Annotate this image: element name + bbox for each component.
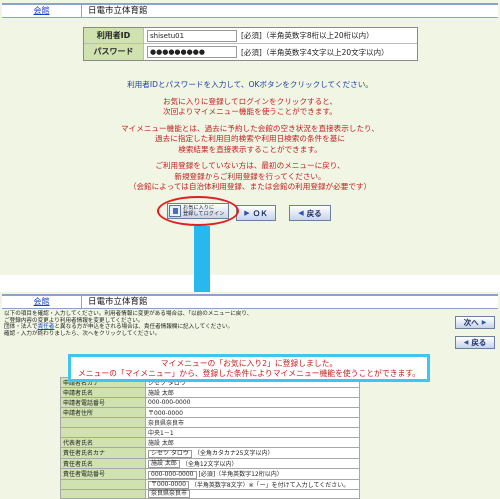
postal-input[interactable]: 〒000-0000	[148, 481, 189, 489]
phone-input[interactable]: 000-000-0000	[148, 470, 197, 479]
facility-header-2: 会館 日電市立体育館	[2, 294, 498, 309]
table-row: 申請者住所 〒000-0000	[60, 407, 360, 418]
row-key: 申請者氏名	[60, 387, 146, 398]
desc-line-1: 以下の項目を確認・入力してください。利用者情報に変更がある場合は、「以前のメニュ…	[4, 311, 253, 317]
password-label: パスワード	[84, 44, 144, 60]
row-value: 施設 太郎	[145, 387, 360, 398]
row-value: 中央1－1	[145, 427, 360, 438]
row-key: 申請者電話番号	[60, 397, 146, 408]
row-key: 責任者氏名	[60, 457, 146, 469]
kana-input[interactable]: シセツ タロウ	[148, 449, 192, 458]
table-row: 中央1－1	[60, 427, 360, 438]
facility-title-2: 日電市立体育館	[88, 297, 148, 307]
row-key	[60, 417, 146, 428]
instruction-line-5: 過去に指定した利用目的検索や利用日検索の条件を基に	[155, 134, 345, 143]
back-label-2: 戻る	[471, 338, 487, 347]
responsible-person-link[interactable]: 責任者	[38, 324, 55, 330]
instruction-line-8: 新規登録からご利用登録を行ってください。	[174, 171, 326, 181]
instruction-line-3: 次回よりマイメニュー機能を使うことができます。	[163, 107, 337, 116]
address-input[interactable]: 奈良県奈良市	[148, 490, 191, 498]
user-id-hint: [必須]（半角英数字8桁以上20桁以内）	[241, 31, 374, 40]
table-row: 責任者氏名 施設 太郎 （全角12文字以内）	[60, 457, 360, 469]
ok-button[interactable]: ▶ ＯＫ	[236, 205, 276, 221]
kana-hint: （全角カタカナ25文字以内）	[193, 450, 274, 457]
password-input[interactable]: ●●●●●●●●●	[147, 46, 237, 58]
row-key: 代表者氏名	[60, 437, 146, 448]
desc-line-3b: と異なる方が申込をされる場合は、責任者情報欄に記入してください。	[54, 324, 234, 331]
instruction-line-6: 検索結果を直接表示することができます。	[178, 144, 322, 154]
table-row: 責任者氏名カナ シセツ タロウ （全角カタカナ25文字以内）	[60, 447, 360, 459]
next-label: 次へ	[463, 318, 479, 327]
user-id-label: 利用者ID	[84, 28, 144, 43]
instruction-line-2: お気に入りに登録してログインをクリックすると、	[162, 96, 338, 106]
back-button[interactable]: ◀ 戻る	[289, 205, 331, 221]
confirm-description: 以下の項目を確認・入力してください。利用者情報に変更がある場合は、「以前のメニュ…	[4, 311, 304, 337]
facility-header: 会館 日電市立体育館	[2, 3, 498, 18]
row-value: 〒000-0000	[145, 407, 360, 418]
user-id-input[interactable]: shisetu01	[147, 29, 237, 42]
arrow-left-icon: ◀	[298, 209, 304, 217]
back-button-2[interactable]: ◀ 戻る	[455, 336, 495, 349]
row-key: 責任者電話番号	[60, 468, 146, 480]
row-key: 責任者氏名カナ	[60, 447, 146, 459]
arrow-right-icon: ▶	[481, 319, 487, 326]
postal-hint: （半角英数字8文字）※「ー」を付けて入力してください。	[190, 481, 350, 489]
instruction-line-4: マイメニュー機能とは、過去に予約した会館の空き状況を直接表示したり、	[121, 123, 379, 133]
login-instructions: 利用者IDとパスワードを入力して、OKボタンをクリックしてください。 お気に入り…	[0, 80, 500, 193]
table-row: 責任者電話番号 000-000-0000 [必須]（半角英数字12桁以内）	[60, 468, 360, 480]
row-key: 申請者住所	[60, 407, 146, 418]
facility-link-2[interactable]: 会館	[2, 296, 82, 308]
highlight-oval	[157, 196, 239, 226]
password-hint: [必須]（半角英数字4文字以上20文字以内）	[241, 47, 389, 57]
desc-line-3a: 団体・法人で	[4, 324, 38, 331]
table-row: 〒000-0000 （半角英数字8文字）※「ー」を付けて入力してください。	[60, 478, 360, 490]
row-key	[60, 478, 146, 490]
facility-title: 日電市立体育館	[88, 6, 148, 16]
table-row: 奈良県奈良市	[60, 489, 360, 499]
facility-link[interactable]: 会館	[2, 5, 82, 17]
registration-callout: マイメニューの「お気に入り2」に登録しました。 メニューの「マイメニュー」から、…	[68, 354, 430, 382]
user-id-row: 利用者ID shisetu01 [必須]（半角英数字8桁以上20桁以内）	[84, 28, 417, 44]
row-key	[60, 427, 146, 438]
row-value: 施設 太郎	[145, 437, 360, 448]
row-value: 000-000-0000	[145, 397, 360, 408]
row-value: 奈良県奈良市	[145, 417, 360, 428]
applicant-table: 申請者名カナ シセツ タロウ 申請者氏名 施設 太郎 申請者電話番号 000-000-…	[60, 377, 360, 499]
table-row: 奈良県奈良市	[60, 417, 360, 428]
callout-line-1: マイメニューの「お気に入り2」に登録しました。	[160, 359, 338, 368]
arrow-left-icon: ◀	[463, 339, 469, 346]
table-row: 申請者電話番号 000-000-0000	[60, 397, 360, 408]
desc-line-4: 確認・入力が終わりましたら、次へをクリックしてください。	[4, 330, 161, 337]
login-form: 利用者ID shisetu01 [必須]（半角英数字8桁以上20桁以内） パスワ…	[83, 27, 418, 61]
arrow-right-icon: ▶	[244, 209, 250, 217]
table-row: 代表者氏名 施設 太郎	[60, 437, 360, 448]
password-row: パスワード ●●●●●●●●● [必須]（半角英数字4文字以上20文字以内）	[84, 44, 417, 60]
ok-label: ＯＫ	[252, 208, 268, 218]
name-input[interactable]: 施設 太郎	[148, 460, 180, 468]
name-hint: （全角12文字以内）	[181, 460, 238, 468]
instruction-line-7: ご利用登録をしていない方は、最初のメニューに戻り、	[155, 161, 345, 170]
instruction-line-1: 利用者IDとパスワードを入力して、OKボタンをクリックしてください。	[127, 80, 373, 89]
callout-line-2: メニューの「マイメニュー」から、登録した条件によりマイメニュー機能を使うことがで…	[77, 369, 421, 378]
table-row: 申請者氏名 施設 太郎	[60, 387, 360, 398]
row-key	[60, 489, 146, 499]
phone-hint: [必須]（半角英数字12桁以内）	[198, 471, 283, 478]
instruction-line-9: （会館によっては自治体利用登録、または会館の利用登録が必要です）	[128, 182, 372, 191]
back-label: 戻る	[306, 208, 322, 218]
next-button[interactable]: 次へ ▶	[455, 316, 495, 329]
